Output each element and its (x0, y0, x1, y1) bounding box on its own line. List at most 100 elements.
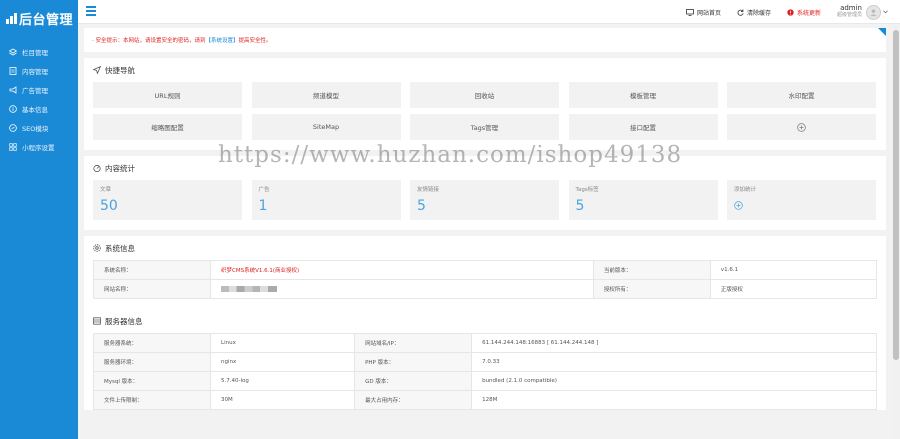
system-update-link[interactable]: 系统更新 (787, 8, 821, 17)
sidebar-item-basic-info[interactable]: 基本信息 (0, 99, 78, 118)
megaphone-icon (9, 85, 17, 94)
sidebar-item-label: 基本信息 (22, 105, 48, 114)
quick-nav-title-text: 快捷导航 (105, 65, 135, 75)
avatar[interactable] (866, 4, 881, 20)
send-icon (93, 66, 101, 74)
sidebar-item-miniprogram[interactable]: 小程序设置 (0, 137, 78, 156)
corner-flag-icon (878, 28, 886, 36)
table-key: 系统名称： (93, 260, 211, 280)
table-value: nginx (209, 352, 356, 372)
document-icon (9, 66, 17, 75)
quick-channel-model[interactable]: 频道模型 (251, 82, 401, 108)
plus-circle-icon (797, 122, 806, 132)
stat-articles[interactable]: 文章 50 (93, 180, 242, 220)
stat-tags[interactable]: Tags标签 5 (568, 180, 718, 220)
quick-recycle-bin[interactable]: 回收站 (410, 82, 559, 108)
stat-links[interactable]: 友情链接 5 (410, 180, 559, 220)
table-value: v1.6.1 (709, 260, 878, 280)
notice-link[interactable]: 【系统设置】 (206, 36, 239, 44)
chevron-down-icon[interactable] (883, 10, 888, 14)
table-key: 当前版本： (592, 260, 711, 280)
table-key: PHP 版本： (354, 352, 473, 372)
quick-sitemap[interactable]: SiteMap (251, 114, 401, 140)
user-menu[interactable]: admin 超级管理员 (836, 4, 888, 20)
table-value: 7.0.33 (471, 352, 877, 372)
stat-add-icon-wrap (734, 198, 869, 214)
sidebar-item-content[interactable]: 内容管理 (0, 61, 78, 80)
table-key: 最大占用内存： (354, 390, 473, 410)
table-value: bundled (2.1.0 compatible) (471, 371, 877, 391)
user-role: 超级管理员 (836, 12, 862, 19)
system-info-title: 系统信息 (93, 236, 877, 260)
table-value: 织梦CMS系统V1.6.1(商业授权) (210, 260, 594, 280)
server-info-table: 服务器系统： Linux 网站域名/IP： 61.144.244.148:168… (93, 333, 877, 410)
table-row: 网站名称： 授权所有： 正版授权 (93, 279, 878, 299)
table-key: 网站名称： (93, 279, 211, 299)
quick-url-rules[interactable]: URL规则 (93, 82, 242, 108)
stat-ads[interactable]: 广告 1 (251, 180, 401, 220)
stat-add[interactable]: 添加统计 (727, 180, 876, 220)
notice-text: · 安全提示：本网站，请设置安全的密码，请到 (92, 38, 206, 44)
scrollbar-thumb[interactable] (893, 30, 899, 360)
table-value: 正版授权 (709, 279, 878, 299)
gauge-icon (93, 164, 101, 172)
monitor-icon (686, 8, 694, 16)
table-key: 服务器系统： (93, 333, 211, 353)
sidebar-item-seo[interactable]: SEO模块 (0, 118, 78, 137)
top-actions: 网站首页 清除缓存 系统更新 admin 超级管理员 (670, 0, 888, 24)
stats-grid: 文章 50 广告 1 友情链接 5 Tags标签 5 添加统计 (93, 180, 877, 230)
notice-text-after: 提高安全性。 (238, 38, 272, 44)
logo-bars-icon (6, 12, 17, 24)
layers-icon (9, 48, 17, 56)
table-value: 128M (471, 390, 877, 410)
table-row: 服务器环境： nginx PHP 版本： 7.0.33 (93, 352, 877, 372)
server-icon (93, 317, 101, 325)
quick-add-button[interactable] (727, 114, 876, 140)
quick-thumbnail-config[interactable]: 缩略图配置 (93, 114, 242, 140)
system-info-card: 系统信息 系统名称： 织梦CMS系统V1.6.1(商业授权) 当前版本： v1.… (84, 236, 886, 309)
server-info-card: 服务器信息 服务器系统： Linux 网站域名/IP： 61.144.244.1… (84, 309, 886, 410)
sidebar-item-ads[interactable]: 广告管理 (0, 80, 78, 99)
logo-text: 后台管理 (19, 12, 74, 28)
sidebar-item-label: 广告管理 (22, 86, 48, 95)
stat-value: 5 (417, 198, 426, 214)
menu-toggle-icon[interactable] (86, 6, 96, 16)
sidebar-item-label: 栏目管理 (22, 48, 48, 57)
table-key: Mysql 版本： (93, 371, 211, 391)
quick-api-config[interactable]: 接口配置 (568, 114, 718, 140)
system-info-title-text: 系统信息 (105, 243, 135, 253)
site-home-link[interactable]: 网站首页 (686, 8, 721, 17)
stat-value: 50 (100, 198, 118, 214)
app-logo[interactable]: 后台管理 (0, 0, 78, 36)
page-scrollbar[interactable] (892, 24, 900, 439)
system-update-label: 系统更新 (796, 9, 821, 17)
sidebar: 后台管理 栏目管理 内容管理 广告管理 基本信息 SEO模块 小程序设置 (0, 0, 78, 439)
table-value: 30M (209, 390, 356, 410)
stat-label: 友情链接 (417, 187, 440, 193)
quick-watermark-config[interactable]: 水印配置 (727, 82, 876, 108)
server-info-title: 服务器信息 (93, 309, 877, 333)
quick-template-manage[interactable]: 模板管理 (568, 82, 718, 108)
stat-label: 添加统计 (734, 187, 757, 193)
sidebar-item-columns[interactable]: 栏目管理 (0, 42, 78, 61)
table-key: GD 版本： (354, 371, 473, 391)
table-value: Linux (209, 333, 356, 353)
main-content: · 安全提示：本网站，请设置安全的密码，请到 【系统设置】 提高安全性。 快捷导… (84, 28, 886, 439)
stat-value: 1 (258, 198, 268, 214)
stat-value: 5 (575, 198, 585, 214)
stat-label: Tags标签 (575, 187, 599, 193)
table-row: Mysql 版本： 5.7.40-log GD 版本： bundled (2.1… (93, 371, 877, 391)
table-value: 61.144.244.148:16883 [ 61.144.244.148 ] (471, 333, 877, 353)
clear-cache-link[interactable]: 清除缓存 (737, 8, 771, 17)
grid-icon (9, 142, 17, 151)
table-row: 服务器系统： Linux 网站域名/IP： 61.144.244.148:168… (93, 333, 877, 353)
table-key: 网站域名/IP： (354, 333, 473, 353)
stat-label: 广告 (258, 187, 270, 193)
quick-nav-title: 快捷导航 (93, 58, 877, 82)
watermark-text: https://www.huzhan.com/ishop49138 (218, 142, 683, 168)
security-notice: · 安全提示：本网站，请设置安全的密码，请到 【系统设置】 提高安全性。 (84, 28, 886, 52)
quick-nav-card: 快捷导航 URL规则 频道模型 回收站 模板管理 水印配置 缩略图配置 Site… (84, 58, 886, 150)
quick-tags-manage[interactable]: Tags管理 (410, 114, 559, 140)
content-stats-title-text: 内容统计 (105, 163, 135, 173)
masked-site-name (221, 285, 277, 292)
